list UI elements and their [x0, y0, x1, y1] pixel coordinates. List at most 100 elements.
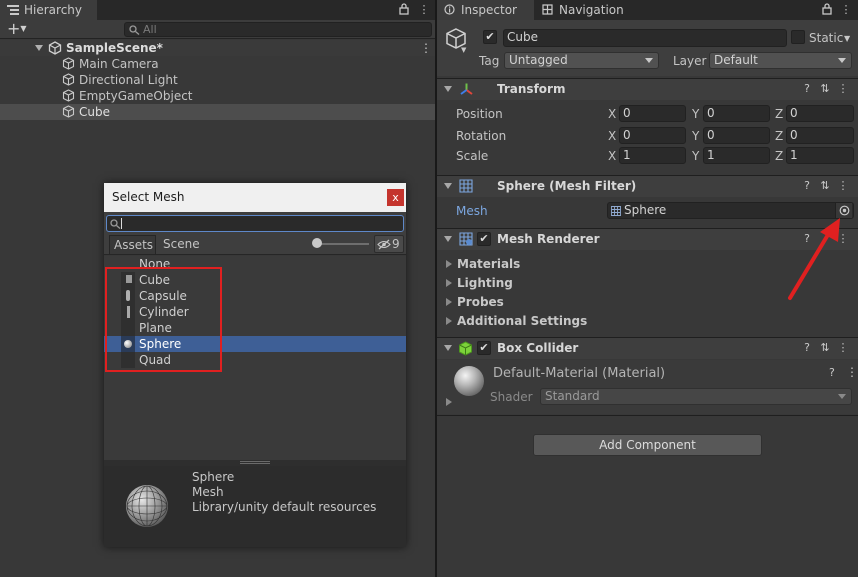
static-label: Static: [809, 31, 844, 45]
materials-label: Materials: [457, 257, 521, 271]
help-icon[interactable]: ?: [798, 82, 816, 95]
object-name-field[interactable]: Cube: [503, 29, 787, 47]
position-z-field[interactable]: 0: [786, 105, 854, 122]
presets-icon[interactable]: ⇅: [816, 82, 834, 95]
fold-arrow-icon[interactable]: [444, 236, 452, 242]
target-circle-icon: [839, 205, 850, 216]
presets-icon[interactable]: ⇅: [816, 179, 834, 192]
red-arrow-icon: [788, 218, 840, 300]
tab-inspector-label: Inspector: [461, 3, 517, 17]
scale-x-field[interactable]: 1: [619, 147, 686, 164]
additional-settings-foldout[interactable]: Additional Settings: [437, 313, 858, 331]
axis-y-label: Y: [692, 149, 700, 163]
size-slider-track[interactable]: [314, 243, 369, 245]
eye-slash-icon: [377, 239, 391, 250]
hierarchy-item-empty-game-object[interactable]: EmptyGameObject: [0, 88, 435, 104]
fold-arrow-icon[interactable]: [444, 345, 452, 351]
presets-icon[interactable]: ⇅: [816, 341, 834, 354]
mesh-renderer-enabled-checkbox[interactable]: ✔: [477, 232, 491, 246]
tab-navigation[interactable]: Navigation: [535, 0, 645, 20]
rotation-y-field[interactable]: 0: [703, 127, 770, 144]
text-caret: [121, 218, 122, 229]
tag-label: Tag: [479, 54, 500, 68]
material-sphere-preview[interactable]: [454, 366, 484, 396]
chevron-down-icon: [838, 58, 846, 63]
more-menu-icon[interactable]: ⋮: [834, 82, 852, 95]
fold-right-arrow-icon[interactable]: [446, 398, 452, 406]
tag-dropdown[interactable]: Untagged: [504, 52, 659, 69]
active-checkbox[interactable]: ✔: [483, 30, 497, 44]
lock-icon[interactable]: [398, 3, 410, 17]
position-y-field[interactable]: 0: [703, 105, 770, 122]
box-collider-header[interactable]: ✔ Box Collider ? ⇅ ⋮: [437, 337, 858, 359]
help-icon[interactable]: ?: [798, 179, 816, 192]
gameobject-cube-icon: [62, 105, 75, 118]
tab-navigation-label: Navigation: [559, 3, 624, 17]
mesh-filter-header-icons: ? ⇅ ⋮: [798, 179, 852, 195]
help-icon[interactable]: ?: [798, 341, 816, 354]
fold-arrow-icon[interactable]: [444, 183, 452, 189]
scale-y-field[interactable]: 1: [703, 147, 770, 164]
hierarchy-item-directional-light[interactable]: Directional Light: [0, 72, 435, 88]
axis-x-label: X: [608, 129, 617, 143]
transform-header[interactable]: Transform ? ⇅ ⋮: [437, 78, 858, 100]
dialog-title-bar[interactable]: Select Mesh x: [104, 183, 406, 212]
more-menu-icon[interactable]: ⋮: [840, 3, 852, 17]
position-x-field[interactable]: 0: [619, 105, 686, 122]
mesh-label: Mesh: [456, 204, 488, 218]
chevron-down-icon: ▼: [20, 24, 27, 33]
more-menu-icon[interactable]: ⋮: [846, 365, 858, 379]
more-menu-icon[interactable]: ⋮: [834, 341, 852, 354]
rotation-x-field[interactable]: 0: [619, 127, 686, 144]
hierarchy-item-main-camera[interactable]: Main Camera: [0, 56, 435, 72]
material-name: Default-Material (Material): [493, 366, 666, 381]
rotation-z-field[interactable]: 0: [786, 127, 854, 144]
axis-z-label: Z: [775, 107, 784, 121]
size-slider-handle[interactable]: [312, 238, 322, 248]
static-dropdown-arrow-icon[interactable]: ▼: [844, 34, 850, 43]
scene-row[interactable]: SampleScene* ⋮: [0, 40, 435, 56]
preview-area: Sphere Mesh Library/unity default resour…: [104, 466, 406, 547]
tab-hierarchy[interactable]: Hierarchy: [0, 0, 97, 20]
hidden-packages-toggle[interactable]: 9: [374, 235, 404, 253]
hierarchy-item-cube[interactable]: Cube: [0, 104, 435, 120]
scale-z-field[interactable]: 1: [786, 147, 854, 164]
position-label: Position: [456, 107, 503, 121]
fold-right-arrow-icon: [446, 260, 452, 268]
lock-icon[interactable]: [821, 3, 833, 17]
chevron-down-icon: [645, 58, 653, 63]
fold-right-arrow-icon: [446, 298, 452, 306]
fold-right-arrow-icon: [446, 317, 452, 325]
preview-name: Sphere: [192, 470, 235, 484]
tab-assets[interactable]: Assets: [109, 235, 156, 254]
help-icon[interactable]: ?: [829, 366, 835, 379]
tab-hierarchy-label: Hierarchy: [24, 3, 83, 17]
expand-arrow-icon[interactable]: [35, 45, 43, 51]
probes-label: Probes: [457, 295, 504, 309]
tag-value: Untagged: [509, 53, 568, 67]
add-object-button[interactable]: +▼: [7, 20, 33, 39]
tab-scene[interactable]: Scene: [163, 235, 200, 254]
hierarchy-item-label: Cube: [79, 105, 110, 119]
more-menu-icon[interactable]: ⋮: [834, 179, 852, 192]
mesh-value: Sphere: [624, 203, 667, 217]
dialog-search-input[interactable]: [106, 215, 404, 232]
hierarchy-search-input[interactable]: All: [124, 22, 432, 37]
more-menu-icon[interactable]: ⋮: [418, 3, 430, 17]
mesh-filter-header[interactable]: Sphere (Mesh Filter) ? ⇅ ⋮: [437, 175, 858, 197]
tab-assets-label: Assets: [114, 238, 154, 252]
preview-type: Mesh: [192, 485, 224, 499]
search-icon: [129, 25, 140, 35]
scene-menu-icon[interactable]: ⋮: [420, 40, 432, 56]
add-component-button[interactable]: Add Component: [533, 434, 762, 456]
shader-dropdown[interactable]: Standard: [540, 388, 852, 405]
close-button[interactable]: x: [387, 189, 404, 206]
layer-dropdown[interactable]: Default: [709, 52, 852, 69]
fold-arrow-icon[interactable]: [444, 86, 452, 92]
axis-x-label: X: [608, 149, 617, 163]
static-checkbox[interactable]: [791, 30, 805, 44]
tab-inspector[interactable]: Inspector: [437, 0, 534, 20]
box-collider-enabled-checkbox[interactable]: ✔: [477, 341, 491, 355]
gameobject-cube-icon: [62, 57, 75, 70]
scale-label: Scale: [456, 149, 489, 163]
